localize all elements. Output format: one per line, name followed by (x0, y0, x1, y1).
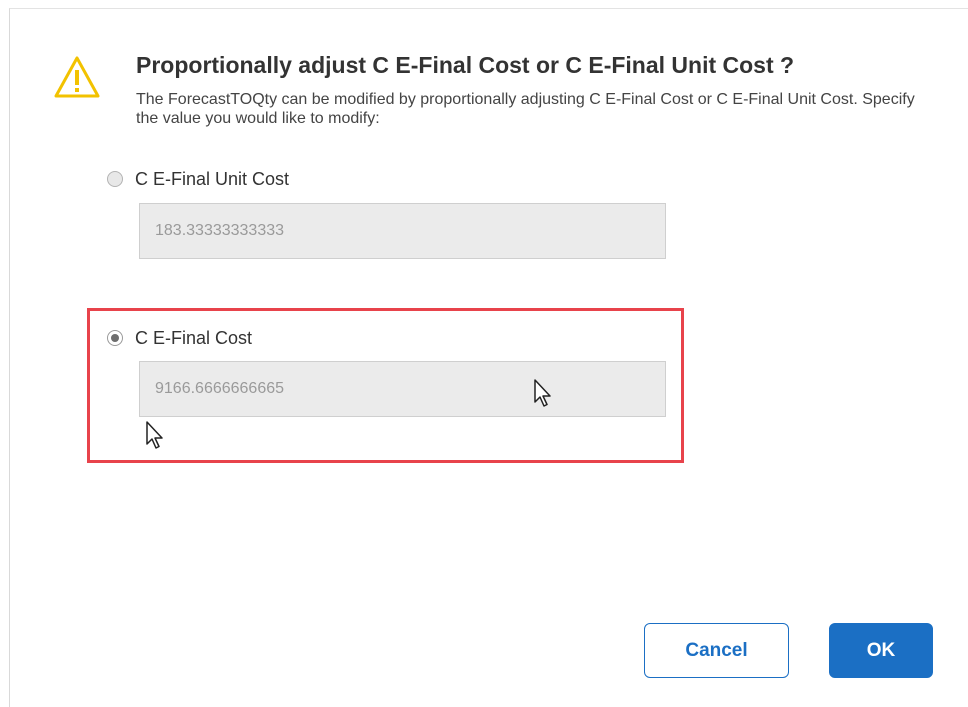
option-label-final-unit-cost: C E-Final Unit Cost (135, 168, 290, 189)
final-unit-cost-field[interactable]: 183.33333333333 (139, 203, 666, 259)
cancel-button[interactable]: Cancel (644, 623, 789, 678)
dialog-description: The ForecastTOQty can be modified by pro… (136, 91, 915, 127)
mouse-cursor-icon (534, 379, 551, 407)
highlight-box (87, 308, 684, 463)
radio-final-unit-cost[interactable] (107, 171, 123, 187)
warning-triangle-icon (54, 56, 100, 98)
ok-button[interactable]: OK (829, 623, 933, 678)
dialog-title: Proportionally adjust C E-Final Cost or … (136, 52, 795, 78)
option-final-unit-cost[interactable]: C E-Final Unit Cost (107, 167, 289, 191)
mouse-cursor-icon (146, 421, 163, 449)
